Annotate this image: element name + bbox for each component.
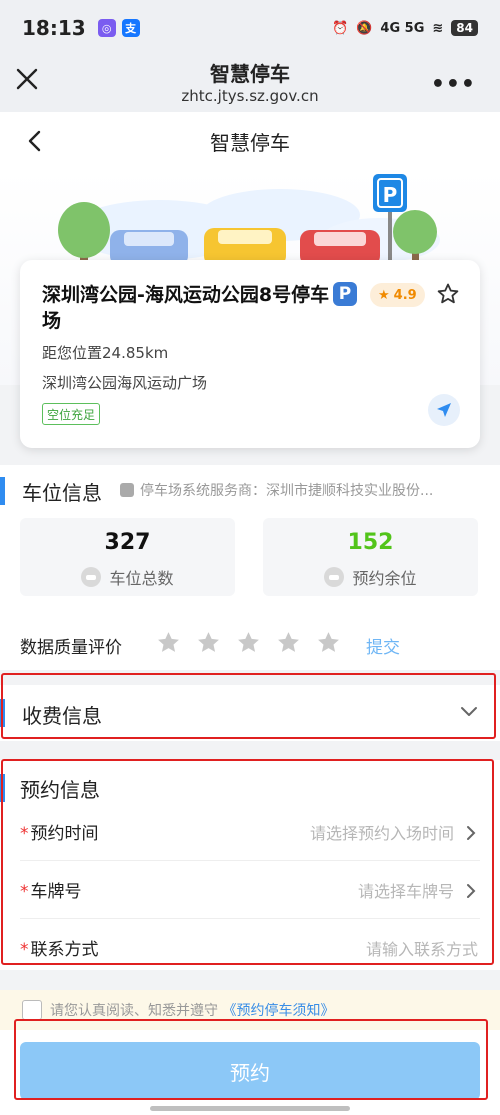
agreement-checkbox[interactable] — [22, 1000, 42, 1020]
status-time: 18:13 — [22, 16, 86, 40]
provider-icon — [120, 483, 134, 497]
navigation-arrow-icon — [437, 403, 451, 417]
plate-number-row[interactable]: * 车牌号 请选择车牌号 — [20, 861, 480, 919]
fee-info-section[interactable]: 收费信息 — [0, 685, 500, 741]
remaining-spaces-value: 152 — [347, 530, 394, 555]
agreement-text-row: 请您认真阅读、知悉并遵守 《预约停车须知》 — [50, 1000, 334, 1020]
car-icon — [324, 567, 345, 587]
agreement-link[interactable]: 《预约停车须知》 — [222, 1003, 334, 1019]
wifi-icon: ≋ — [432, 20, 444, 36]
car-icon — [81, 567, 102, 587]
favorite-star-icon[interactable] — [436, 282, 460, 306]
reservation-time-label: * 预约时间 — [20, 819, 99, 844]
rating-star-icon[interactable] — [316, 630, 341, 655]
chevron-right-icon — [467, 884, 476, 898]
distance-text: 距您位置24.85km — [42, 344, 169, 362]
address-text: 深圳湾公园海风运动广场 — [42, 374, 208, 392]
agreement-bar: 请您认真阅读、知悉并遵守 《预约停车须知》 — [0, 990, 500, 1030]
reservation-title: 预约信息 — [20, 778, 100, 802]
app-notification-icon: ◎ — [97, 19, 116, 37]
reservation-time-row[interactable]: * 预约时间 请选择预约入场时间 — [20, 803, 480, 861]
rating-badge: ★ 4.9 — [370, 283, 425, 307]
remaining-spaces-box: 152 预约余位 — [263, 518, 478, 596]
mute-icon: 🔕 — [356, 20, 373, 36]
required-mark: * — [20, 940, 29, 960]
contact-label: * 联系方式 — [20, 935, 99, 960]
alarm-icon: ⏰ — [332, 20, 349, 36]
browser-url: zhtc.jtys.sz.gov.cn — [181, 87, 319, 105]
space-info-title: 车位信息 — [22, 481, 102, 505]
remaining-spaces-label-row: 预约余位 — [263, 565, 478, 589]
plate-number-label-text: 车牌号 — [30, 882, 82, 902]
alipay-icon: 支 — [121, 19, 140, 37]
browser-title: 智慧停车 — [210, 62, 290, 86]
status-indicators: ⏰ 🔕 4G 5G ≋ 84 — [332, 20, 478, 36]
provider-info: 停车场系统服务商：深圳市捷顺科技实业股份... — [120, 480, 485, 500]
home-indicator — [150, 1106, 350, 1111]
rating-value: 4.9 — [393, 287, 417, 303]
navigate-button[interactable] — [428, 394, 460, 426]
parking-lot-name: 深圳湾公园-海风运动公园8号停车场 — [42, 284, 330, 332]
submit-rating-link[interactable]: 提交 — [366, 633, 400, 658]
network-indicator: 4G 5G — [380, 20, 425, 36]
total-spaces-value: 327 — [104, 530, 151, 555]
data-quality-label: 数据质量评价 — [20, 638, 122, 658]
total-spaces-label: 车位总数 — [109, 569, 174, 588]
chevron-down-icon[interactable] — [460, 705, 478, 719]
svg-text:P: P — [383, 183, 398, 207]
status-bar: 18:13 ◎ 支 ⏰ 🔕 4G 5G ≋ 84 — [0, 0, 500, 56]
star-filled-icon: ★ — [378, 287, 390, 303]
status-app-badges: ◎ 支 — [97, 19, 140, 37]
bottom-action-area: 预约 — [0, 1030, 500, 1115]
fee-info-title: 收费信息 — [22, 704, 102, 728]
contact-label-text: 联系方式 — [30, 940, 99, 960]
section-accent-bar — [0, 477, 5, 505]
parking-p-icon: P — [333, 282, 357, 306]
total-spaces-label-row: 车位总数 — [20, 565, 235, 589]
section-accent-bar — [0, 774, 5, 802]
plate-number-label: * 车牌号 — [20, 877, 82, 902]
agreement-text: 请您认真阅读、知悉并遵守 — [50, 1003, 218, 1019]
plate-number-picker[interactable]: 请选择车牌号 — [358, 878, 454, 902]
page-header: 智慧停车 — [0, 112, 500, 170]
total-spaces-box: 327 车位总数 — [20, 518, 235, 596]
page-title: 智慧停车 — [210, 131, 290, 155]
rating-stars[interactable] — [156, 630, 341, 655]
contact-input[interactable]: 请输入联系方式 — [366, 936, 478, 960]
reservation-section: 预约信息 * 预约时间 请选择预约入场时间 * 车牌号 请选择车牌号 * 联系方式 请… — [0, 760, 500, 970]
provider-text: 停车场系统服务商：深圳市捷顺科技实业股份... — [140, 483, 434, 499]
reservation-time-label-text: 预约时间 — [30, 824, 99, 844]
rating-star-icon[interactable] — [156, 630, 181, 655]
chevron-right-icon — [467, 826, 476, 840]
parking-lot-card[interactable]: 深圳湾公园-海风运动公园8号停车场 P ★ 4.9 距您位置24.85km 深圳… — [20, 260, 480, 448]
required-mark: * — [20, 882, 29, 902]
vacancy-status-badge: 空位充足 — [42, 403, 101, 425]
remaining-spaces-label: 预约余位 — [352, 569, 417, 588]
battery-indicator: 84 — [451, 20, 478, 36]
section-accent-bar — [0, 699, 5, 727]
reservation-time-picker[interactable]: 请选择预约入场时间 — [310, 820, 454, 844]
contact-row[interactable]: * 联系方式 请输入联系方式 — [20, 919, 480, 977]
reserve-button[interactable]: 预约 — [20, 1042, 480, 1100]
required-mark: * — [20, 824, 29, 844]
space-info-section: 车位信息 停车场系统服务商：深圳市捷顺科技实业股份... 327 车位总数 15… — [0, 465, 500, 670]
rating-star-icon[interactable] — [236, 630, 261, 655]
rating-star-icon[interactable] — [276, 630, 301, 655]
browser-bar: 智慧停车 zhtc.jtys.sz.gov.cn ••• — [0, 56, 500, 112]
more-options-icon[interactable]: ••• — [431, 72, 476, 97]
rating-star-icon[interactable] — [196, 630, 221, 655]
